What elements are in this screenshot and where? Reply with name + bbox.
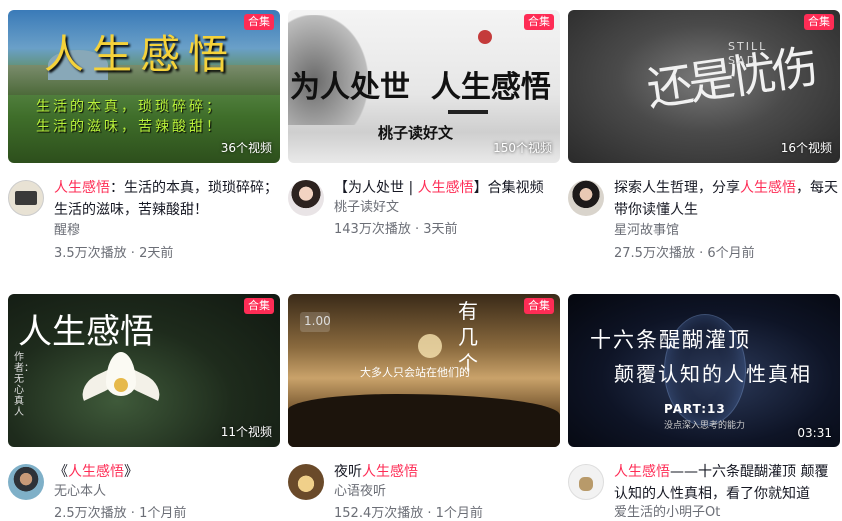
play-meta: 152.4万次播放 · 1个月前 (334, 506, 483, 521)
thumbnail[interactable]: 十六条醍醐灌顶 颠覆认知的人性真相 PART:13 没点深入思考的能力 03:3… (568, 294, 840, 447)
avatar[interactable] (288, 464, 324, 500)
collection-badge: 合集 (804, 14, 834, 30)
author-name[interactable]: 心语夜听 (334, 480, 386, 499)
author-name[interactable]: 桃子读好文 (334, 196, 399, 215)
collection-badge: 合集 (244, 298, 274, 314)
collection-badge: 合集 (244, 14, 274, 30)
video-title[interactable]: 人生感悟：生活的本真，琐琐碎碎；生活的滋味，苦辣酸甜！ (54, 177, 280, 221)
thumbnail-title: 人生感悟 (18, 312, 154, 352)
author-name[interactable]: 无心本人 (54, 480, 106, 499)
thumbnail-line: 生活的本真，琐琐碎碎； (36, 99, 223, 115)
thumbnail-line: 生活的滋味，苦辣酸甜！ (36, 119, 223, 135)
thumbnail-subtitle: 桃子读好文 (378, 124, 454, 142)
thumbnail-subtitle: 大多人只会站在他们的 (360, 366, 470, 379)
author-name[interactable]: 星河故事馆 (614, 219, 679, 238)
duration: 03:31 (797, 426, 832, 440)
author-name[interactable]: 醒穆 (54, 219, 80, 238)
part-label: PART:13 (664, 402, 726, 416)
video-count: 150个视频 (493, 141, 552, 155)
video-count: 36个视频 (220, 141, 272, 155)
thumbnail-title-2: 颠覆认知的人性真相 (614, 362, 812, 386)
collection-badge: 合集 (524, 298, 554, 314)
thumbnail-subtitle: 没点深入思考的能力 (664, 421, 746, 431)
video-count: 16个视频 (780, 141, 832, 155)
speed-label: 1.00 (304, 314, 331, 328)
thumbnail-subtitle: 作者：无心真人 (14, 352, 34, 418)
avatar[interactable] (8, 180, 44, 216)
author-name[interactable]: 爱生活的小明子Ot (614, 501, 720, 520)
thumbnail[interactable]: 还是忧伤 STILL SAD 合集 16个视频 (568, 10, 840, 163)
thumbnail[interactable]: 人生感悟 作者：无心真人 合集 11个视频 (8, 294, 280, 447)
collection-badge: 合集 (524, 14, 554, 30)
thumbnail[interactable]: 人生感悟 生活的本真，琐琐碎碎； 生活的滋味，苦辣酸甜！ 合集 36个视频 (8, 10, 280, 163)
play-meta: 27.5万次播放 · 6个月前 (614, 246, 755, 261)
avatar[interactable] (288, 180, 324, 216)
play-meta: 3.5万次播放 · 2天前 (54, 246, 174, 261)
video-count: 11个视频 (220, 425, 272, 439)
play-meta: 143万次播放 · 3天前 (334, 222, 458, 237)
video-title[interactable]: 探索人生哲理，分享人生感悟，每天带你读懂人生 (614, 177, 840, 221)
avatar[interactable] (568, 464, 604, 500)
video-title[interactable]: 人生感悟——十六条醍醐灌顶 颠覆认知的人性真相，看了你就知道 (614, 461, 840, 505)
thumbnail-title: 为人处世 人生感悟 (290, 70, 551, 105)
avatar[interactable] (568, 180, 604, 216)
avatar[interactable] (8, 464, 44, 500)
thumbnail[interactable]: 1.00 有几个 大多人只会站在他们的 合集 (288, 294, 560, 447)
thumbnail-title: 人生感悟 (44, 32, 236, 78)
play-meta: 2.5万次播放 · 1个月前 (54, 506, 187, 521)
thumbnail-subtitle: STILL SAD (728, 40, 768, 67)
thumbnail-title: 十六条醍醐灌顶 (590, 328, 751, 352)
thumbnail[interactable]: 为人处世 人生感悟 桃子读好文 合集 150个视频 (288, 10, 560, 163)
